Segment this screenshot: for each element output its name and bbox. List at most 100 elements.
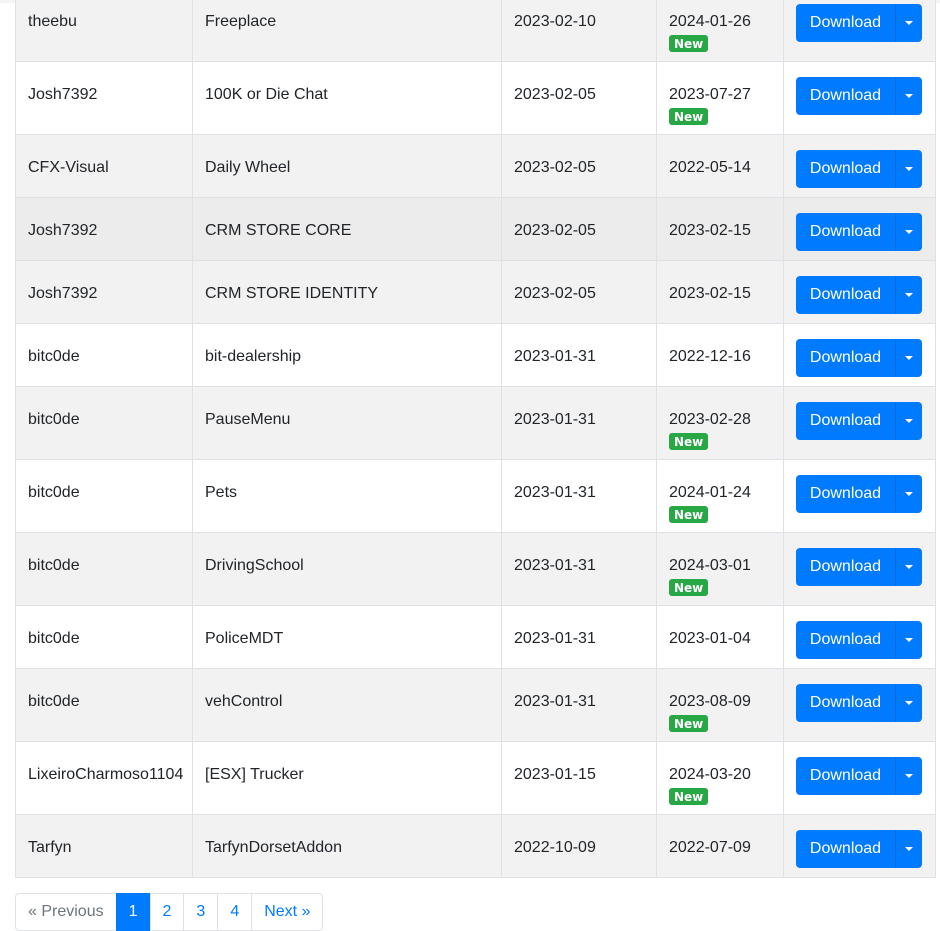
pagination-page-4[interactable]: 4 [217, 893, 253, 931]
download-cell: Download [783, 532, 936, 606]
updated-date-cell: 2024-03-01 New [656, 532, 784, 606]
resource-name-cell: DrivingSchool [192, 532, 502, 606]
download-dropdown-toggle[interactable] [896, 548, 922, 586]
resource-name-cell: Pets [192, 459, 502, 533]
author-cell-text: Josh7392 [28, 86, 98, 103]
download-button-group: Download [796, 757, 922, 795]
download-dropdown-toggle[interactable] [896, 757, 922, 795]
download-button[interactable]: Download [796, 150, 896, 188]
updated-date-cell-text: 2024-01-26 [669, 13, 751, 30]
updated-date-cell-text: 2022-07-09 [669, 839, 751, 856]
download-dropdown-toggle[interactable] [896, 150, 922, 188]
download-dropdown-toggle[interactable] [896, 4, 922, 42]
download-button[interactable]: Download [796, 339, 896, 377]
created-date-cell-text: 2023-01-31 [514, 693, 596, 710]
author-cell: LixeiroCharmoso1104 [15, 741, 193, 815]
created-date-cell: 2022-10-09 [501, 814, 657, 878]
author-cell: Tarfyn [15, 814, 193, 878]
author-cell-text: Tarfyn [28, 839, 72, 856]
download-button[interactable]: Download [796, 4, 896, 42]
resources-table-body: theebu Freeplace 2023-02-10 2024-01-26 New Do… [15, 0, 936, 878]
download-button[interactable]: Download [796, 621, 896, 659]
author-cell: bitc0de [15, 605, 193, 669]
author-cell-text: LixeiroCharmoso1104 [28, 766, 184, 783]
created-date-cell: 2023-01-31 [501, 386, 657, 460]
download-dropdown-toggle[interactable] [896, 621, 922, 659]
resource-name-cell-text: DrivingSchool [205, 557, 304, 574]
created-date-cell: 2023-01-31 [501, 459, 657, 533]
download-button[interactable]: Download [796, 402, 896, 440]
table-row: bitc0de vehControl 2023-01-31 2023-08-09 New… [15, 668, 936, 742]
resource-name-cell-text: TarfynDorsetAddon [205, 839, 342, 856]
created-date-cell-text: 2023-02-10 [514, 13, 596, 30]
download-dropdown-toggle[interactable] [896, 339, 922, 377]
download-cell: Download [783, 61, 936, 135]
caret-down-icon [905, 419, 913, 423]
download-dropdown-toggle[interactable] [896, 475, 922, 513]
download-button[interactable]: Download [796, 213, 896, 251]
author-cell: bitc0de [15, 323, 193, 387]
updated-date-cell-text: 2024-03-01 [669, 557, 751, 574]
download-cell: Download [783, 323, 936, 387]
author-cell: CFX-Visual [15, 134, 193, 198]
download-button[interactable]: Download [796, 77, 896, 115]
created-date-cell: 2023-01-15 [501, 741, 657, 815]
pagination: « Previous 1 2 3 4 Next » [15, 893, 324, 931]
download-dropdown-toggle[interactable] [896, 276, 922, 314]
updated-date-cell: 2023-01-04 [656, 605, 784, 669]
updated-date-cell-text: 2023-02-28 [669, 411, 751, 428]
table-row: Josh7392 100K or Die Chat 2023-02-05 2023-0… [15, 61, 936, 135]
table-row: bitc0de PoliceMDT 2023-01-31 2023-01-04 Down… [15, 605, 936, 669]
download-dropdown-toggle[interactable] [896, 402, 922, 440]
download-button[interactable]: Download [796, 684, 896, 722]
new-badge: New [669, 787, 709, 805]
download-button[interactable]: Download [796, 276, 896, 314]
caret-down-icon [905, 167, 913, 171]
resource-name-cell: bit-dealership [192, 323, 502, 387]
caret-down-icon [905, 356, 913, 360]
table-row: Josh7392 CRM STORE IDENTITY 2023-02-05 2023… [15, 260, 936, 324]
download-cell: Download [783, 134, 936, 198]
download-button-group: Download [796, 830, 922, 868]
created-date-cell-text: 2023-02-05 [514, 285, 596, 302]
updated-date-cell: 2023-07-27 New [656, 61, 784, 135]
table-row: bitc0de bit-dealership 2023-01-31 2022-12-1… [15, 323, 936, 387]
resource-name-cell-text: Daily Wheel [205, 159, 291, 176]
resource-name-cell-text: CRM STORE IDENTITY [205, 285, 379, 302]
created-date-cell-text: 2023-02-05 [514, 86, 596, 103]
created-date-cell-text: 2023-01-31 [514, 411, 596, 428]
resource-name-cell: [ESX] Trucker [192, 741, 502, 815]
updated-date-cell: 2024-03-20 New [656, 741, 784, 815]
caret-down-icon [905, 230, 913, 234]
download-button-group: Download [796, 339, 922, 377]
resource-name-cell-text: Freeplace [205, 13, 277, 30]
created-date-cell-text: 2023-01-31 [514, 348, 596, 365]
resource-name-cell: CRM STORE CORE [192, 197, 502, 261]
author-cell: bitc0de [15, 668, 193, 742]
download-dropdown-toggle[interactable] [896, 830, 922, 868]
download-button[interactable]: Download [796, 830, 896, 868]
new-badge: New [669, 505, 709, 523]
resource-name-cell-text: vehControl [205, 693, 283, 710]
pagination-page-3[interactable]: 3 [183, 893, 219, 931]
pagination-page-1[interactable]: 1 [115, 893, 151, 931]
resources-table: theebu Freeplace 2023-02-10 2024-01-26 New Do… [15, 0, 936, 878]
download-dropdown-toggle[interactable] [896, 684, 922, 722]
download-button[interactable]: Download [796, 548, 896, 586]
download-dropdown-toggle[interactable] [896, 77, 922, 115]
download-button[interactable]: Download [796, 475, 896, 513]
author-cell-text: bitc0de [28, 411, 80, 428]
download-cell: Download [783, 0, 936, 62]
resource-name-cell: PoliceMDT [192, 605, 502, 669]
updated-date-cell-text: 2023-08-09 [669, 693, 751, 710]
created-date-cell: 2023-02-05 [501, 197, 657, 261]
download-dropdown-toggle[interactable] [896, 213, 922, 251]
created-date-cell: 2023-02-05 [501, 134, 657, 198]
download-button[interactable]: Download [796, 757, 896, 795]
resource-name-cell-text: Pets [205, 484, 238, 501]
pagination-next[interactable]: Next » [251, 893, 324, 931]
author-cell-text: Josh7392 [28, 285, 98, 302]
updated-date-cell-text: 2022-05-14 [669, 159, 751, 176]
resource-name-cell-text: [ESX] Trucker [205, 766, 304, 783]
pagination-page-2[interactable]: 2 [149, 893, 185, 931]
